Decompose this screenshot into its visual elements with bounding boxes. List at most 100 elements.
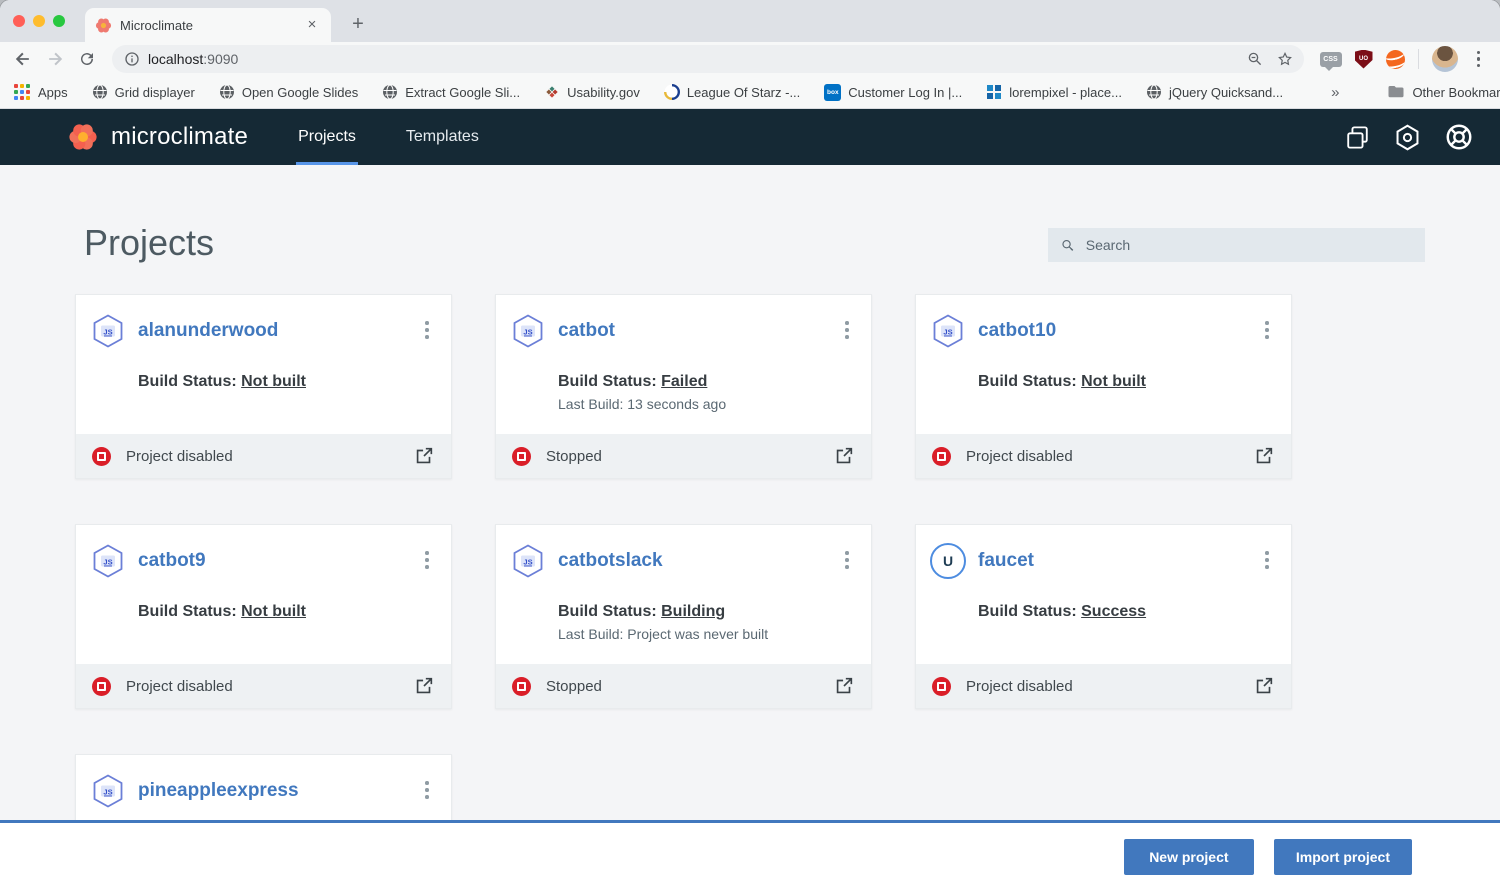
open-app-icon[interactable] (413, 445, 435, 467)
build-status-value[interactable]: Failed (661, 373, 707, 390)
bookmark-item[interactable]: lorempixel - place... (986, 84, 1122, 100)
bookmark-item[interactable]: League Of Starz -... (663, 84, 800, 100)
stopped-status-icon (92, 446, 111, 466)
last-build-text: Last Build: 13 seconds ago (558, 396, 727, 412)
toolbar-divider (1417, 49, 1419, 69)
project-status-text: Stopped (546, 677, 602, 695)
reload-button[interactable] (74, 46, 100, 72)
ublock-extension-icon[interactable]: UO (1354, 49, 1373, 69)
zoom-out-icon[interactable] (1246, 50, 1264, 68)
apps-grid-icon (14, 83, 31, 101)
project-status-bar: Project disabled (916, 434, 1291, 478)
minimize-window-button[interactable] (33, 15, 45, 27)
close-window-button[interactable] (13, 15, 25, 27)
project-name-link[interactable]: catbotslack (558, 550, 663, 572)
bookmarks-overflow-button[interactable]: » (1331, 84, 1339, 101)
browser-tab[interactable]: Microclimate × (85, 8, 331, 42)
build-status-value[interactable]: Not built (241, 373, 306, 390)
project-name-link[interactable]: catbot9 (138, 550, 206, 572)
profile-avatar[interactable] (1431, 46, 1458, 72)
folder-icon (1388, 86, 1404, 98)
back-button[interactable] (10, 46, 36, 72)
bookmark-item[interactable]: Usability.gov (544, 84, 640, 100)
build-status-value[interactable]: Success (1081, 603, 1146, 620)
bookmark-item[interactable]: Grid displayer (92, 84, 195, 100)
build-status-value[interactable]: Not built (1081, 373, 1146, 390)
project-card: JS catbot Build Status: Failed Last Buil… (495, 294, 872, 479)
orange-extension-icon[interactable] (1385, 49, 1405, 69)
build-status-label: Build Status: (978, 603, 1077, 620)
project-name-link[interactable]: alanunderwood (138, 320, 278, 342)
new-tab-button[interactable]: + (345, 12, 371, 38)
overflow-menu-icon[interactable] (419, 779, 435, 803)
build-status-value[interactable]: Building (661, 603, 725, 620)
settings-icon[interactable] (1393, 123, 1422, 152)
project-name-link[interactable]: catbot10 (978, 320, 1056, 342)
other-bookmarks-button[interactable]: Other Bookmarks (1387, 83, 1500, 101)
overflow-menu-icon[interactable] (839, 549, 855, 573)
bookmark-star-icon[interactable] (1276, 50, 1294, 68)
overflow-menu-icon[interactable] (1259, 319, 1275, 343)
brand-name: microclimate (111, 123, 249, 150)
js-language-icon: JS (930, 313, 966, 349)
project-name-link[interactable]: pineappleexpress (138, 780, 299, 802)
search-box[interactable] (1048, 228, 1425, 262)
overflow-menu-icon[interactable] (1259, 549, 1275, 573)
build-status-label: Build Status: (558, 603, 657, 620)
new-project-button[interactable]: New project (1123, 838, 1254, 875)
project-name-link[interactable]: faucet (978, 550, 1034, 572)
build-status-value[interactable]: Not built (241, 603, 306, 620)
overflow-menu-icon[interactable] (839, 319, 855, 343)
bookmark-item[interactable]: box Customer Log In |... (824, 83, 962, 101)
project-status-bar: Project disabled (76, 664, 451, 708)
css-extension-icon[interactable]: CSS (1319, 51, 1342, 71)
build-status-row: Build Status: Not built (138, 373, 435, 391)
import-project-button[interactable]: Import project (1273, 838, 1412, 875)
bookmark-item[interactable]: Extract Google Sli... (382, 84, 520, 100)
build-status-row: Build Status: Building (558, 603, 855, 621)
build-status-label: Build Status: (558, 373, 657, 390)
build-status-row: Build Status: Not built (978, 373, 1275, 391)
open-app-icon[interactable] (1253, 675, 1275, 697)
project-status-text: Project disabled (126, 677, 233, 695)
build-status-label: Build Status: (138, 373, 237, 390)
search-input[interactable] (1085, 237, 1413, 253)
project-name-link[interactable]: catbot (558, 320, 615, 342)
open-app-icon[interactable] (833, 675, 855, 697)
apps-shortcut[interactable]: Apps (14, 83, 68, 101)
build-status-label: Build Status: (138, 603, 237, 620)
project-card: JS catbot9 Build Status: Not built Proje… (75, 524, 452, 709)
svg-text:JS: JS (103, 788, 112, 797)
open-app-icon[interactable] (413, 675, 435, 697)
stopped-status-icon (932, 676, 951, 696)
chrome-menu-icon[interactable] (1471, 47, 1487, 72)
build-status-row: Build Status: Not built (138, 603, 435, 621)
favicon-swirl-icon (663, 84, 680, 100)
stopped-status-icon (932, 446, 951, 466)
project-status-bar: Project disabled (76, 434, 451, 478)
window-controls (13, 15, 65, 27)
browser-window: Microclimate × + localhost:9090 CSS UO A… (0, 0, 1500, 890)
nav-tab-projects[interactable]: Projects (296, 109, 358, 165)
project-status-bar: Stopped (496, 434, 871, 478)
overflow-menu-icon[interactable] (419, 319, 435, 343)
overflow-menu-icon[interactable] (419, 549, 435, 573)
project-card: JS catbot10 Build Status: Not built Proj… (915, 294, 1292, 479)
close-tab-icon[interactable]: × (303, 16, 321, 34)
bookmark-item[interactable]: Open Google Slides (219, 84, 358, 100)
app-nav: Projects Templates (296, 109, 527, 165)
unknown-language-icon: U (930, 543, 966, 579)
docs-icon[interactable] (1344, 124, 1371, 151)
bookmark-item[interactable]: jQuery Quicksand... (1146, 84, 1283, 100)
nav-tab-templates[interactable]: Templates (404, 109, 481, 165)
forward-button[interactable] (42, 46, 68, 72)
help-icon[interactable] (1444, 122, 1474, 152)
js-language-icon: JS (510, 313, 546, 349)
fullscreen-window-button[interactable] (53, 15, 65, 27)
open-app-icon[interactable] (1253, 445, 1275, 467)
site-info-icon[interactable] (124, 51, 140, 67)
open-app-icon[interactable] (833, 445, 855, 467)
favicon-globe-icon (1146, 84, 1161, 100)
bookmarks-bar: Apps Grid displayer Open Google Slides E… (0, 76, 1500, 109)
address-bar[interactable]: localhost:9090 (112, 45, 1304, 73)
